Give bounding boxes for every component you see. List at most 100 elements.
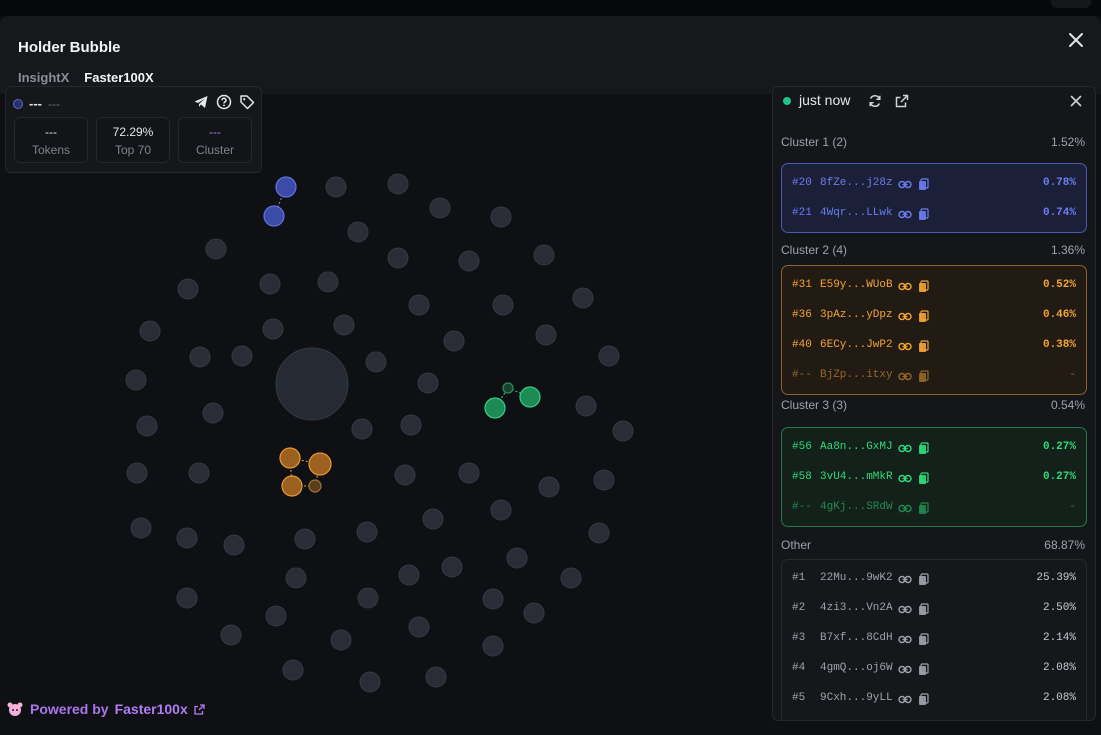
footer-powered-by[interactable]: Powered by Faster100x [6, 700, 205, 718]
holder-bubble[interactable] [506, 547, 528, 569]
help-icon[interactable] [216, 94, 232, 110]
holder-row[interactable]: #-- 4gKj...SRdW - [792, 499, 1076, 517]
holder-bubble[interactable] [202, 402, 224, 424]
cluster-bubble[interactable] [281, 475, 303, 497]
holder-bubble[interactable] [125, 369, 147, 391]
holder-bubble[interactable] [139, 320, 161, 342]
holder-bubble[interactable] [330, 629, 352, 651]
holder-bubble[interactable] [538, 476, 560, 498]
holder-bubble[interactable] [394, 464, 416, 486]
holder-row[interactable]: #20 8fZe...j28z 0.78% [792, 175, 1076, 193]
cluster-bubble[interactable] [519, 386, 541, 408]
holder-bubble[interactable] [126, 462, 148, 484]
holder-bubble[interactable] [205, 238, 227, 260]
holder-bubble[interactable] [220, 624, 242, 646]
holder-address[interactable]: BjZp...itxy [820, 369, 893, 381]
holder-row[interactable]: #36 3pAz...yDpz 0.46% [792, 307, 1076, 325]
holder-address[interactable]: 6ECy...JwP2 [820, 339, 893, 351]
holder-bubble[interactable] [560, 567, 582, 589]
top-bar-button[interactable] [1051, 0, 1091, 8]
cluster-bubble[interactable] [279, 447, 301, 469]
holder-bubble[interactable] [575, 395, 597, 417]
holder-bubble[interactable] [398, 564, 420, 586]
holder-bubble[interactable] [176, 527, 198, 549]
holder-bubble[interactable] [387, 173, 409, 195]
holder-address[interactable]: 4gKj...SRdW [820, 501, 893, 513]
holder-row[interactable]: #4 4gmQ...oj6W 2.08% [792, 660, 1076, 678]
cluster-bubble[interactable] [502, 382, 514, 394]
holder-address[interactable]: 4gmQ...oj6W [820, 662, 893, 674]
holder-bubble[interactable] [490, 499, 512, 521]
holder-row[interactable]: #5 9Cxh...9yLL 2.08% [792, 690, 1076, 708]
refresh-icon[interactable] [867, 93, 883, 109]
holder-address[interactable]: 3pAz...yDpz [820, 309, 893, 321]
holder-bubble[interactable] [351, 418, 373, 440]
holder-row[interactable]: #56 Aa8n...GxMJ 0.27% [792, 439, 1076, 457]
holder-bubble[interactable] [176, 587, 198, 609]
holder-bubble[interactable] [458, 250, 480, 272]
holder-bubble[interactable] [136, 415, 158, 437]
holder-bubble[interactable] [482, 588, 504, 610]
holder-row[interactable]: #3 B7xf...8CdH 2.14% [792, 630, 1076, 648]
holder-bubble[interactable] [223, 534, 245, 556]
holder-bubble[interactable] [533, 244, 555, 266]
external-link-icon[interactable] [194, 703, 205, 715]
holder-address[interactable]: 4Wqr...LLwk [820, 207, 893, 219]
holder-bubble[interactable] [422, 508, 444, 530]
holder-bubble[interactable] [417, 372, 439, 394]
holder-bubble[interactable] [458, 462, 480, 484]
cluster-bubble[interactable] [484, 397, 506, 419]
holder-bubble[interactable] [347, 221, 369, 243]
holder-bubble[interactable] [177, 278, 199, 300]
telegram-icon[interactable] [193, 94, 209, 110]
holder-bubble[interactable] [325, 176, 347, 198]
cluster-bubble[interactable] [263, 205, 285, 227]
holder-bubble[interactable] [333, 314, 355, 336]
holder-bubble[interactable] [535, 324, 557, 346]
top-holder-bubble[interactable] [275, 347, 349, 421]
holder-bubble[interactable] [356, 521, 378, 543]
holder-bubble[interactable] [598, 345, 620, 367]
holder-bubble[interactable] [400, 414, 422, 436]
holder-row[interactable]: #31 E59y...WUoB 0.52% [792, 277, 1076, 295]
cluster-bubble[interactable] [275, 176, 297, 198]
close-icon[interactable] [1067, 31, 1085, 49]
holder-bubble[interactable] [259, 273, 281, 295]
holder-bubble[interactable] [443, 330, 465, 352]
holder-bubble[interactable] [612, 420, 634, 442]
tab-insightx[interactable]: InsightX [18, 70, 69, 85]
cluster-bubble[interactable] [308, 452, 332, 476]
holder-bubble[interactable] [294, 528, 316, 550]
holder-address[interactable]: B7xf...8CdH [820, 632, 893, 644]
holder-bubble[interactable] [285, 567, 307, 589]
holder-bubble[interactable] [317, 271, 339, 293]
holder-address[interactable]: 22Mu...9wK2 [820, 572, 893, 584]
holder-bubble[interactable] [387, 247, 409, 269]
holder-bubble[interactable] [359, 671, 381, 693]
holder-bubble[interactable] [365, 351, 387, 373]
holder-bubble[interactable] [265, 605, 287, 627]
holder-row[interactable]: #58 3vU4...mMkR 0.27% [792, 469, 1076, 487]
holder-bubble[interactable] [593, 469, 615, 491]
tab-faster100x[interactable]: Faster100X [84, 70, 153, 85]
holder-bubble[interactable] [429, 197, 451, 219]
holder-row[interactable]: #1 22Mu...9wK2 25.39% [792, 570, 1076, 588]
holder-bubble[interactable] [572, 287, 594, 309]
holder-address[interactable]: Aa8n...GxMJ [820, 441, 893, 453]
holder-bubble[interactable] [425, 666, 447, 688]
holder-bubble[interactable] [523, 602, 545, 624]
holder-bubble[interactable] [231, 345, 253, 367]
cluster-bubble[interactable] [308, 479, 322, 493]
holder-address[interactable]: 8fZe...j28z [820, 177, 893, 189]
holder-bubble[interactable] [490, 206, 512, 228]
holder-bubble[interactable] [188, 462, 210, 484]
holder-bubble[interactable] [441, 556, 463, 578]
holder-bubble[interactable] [357, 587, 379, 609]
panel-close-icon[interactable] [1069, 94, 1083, 108]
holder-bubble[interactable] [282, 659, 304, 681]
holder-row[interactable]: #-- BjZp...itxy - [792, 367, 1076, 385]
holder-row[interactable]: #40 6ECy...JwP2 0.38% [792, 337, 1076, 355]
holder-address[interactable]: 4zi3...Vn2A [820, 602, 893, 614]
holder-bubble[interactable] [189, 346, 211, 368]
holder-bubble[interactable] [482, 635, 504, 657]
